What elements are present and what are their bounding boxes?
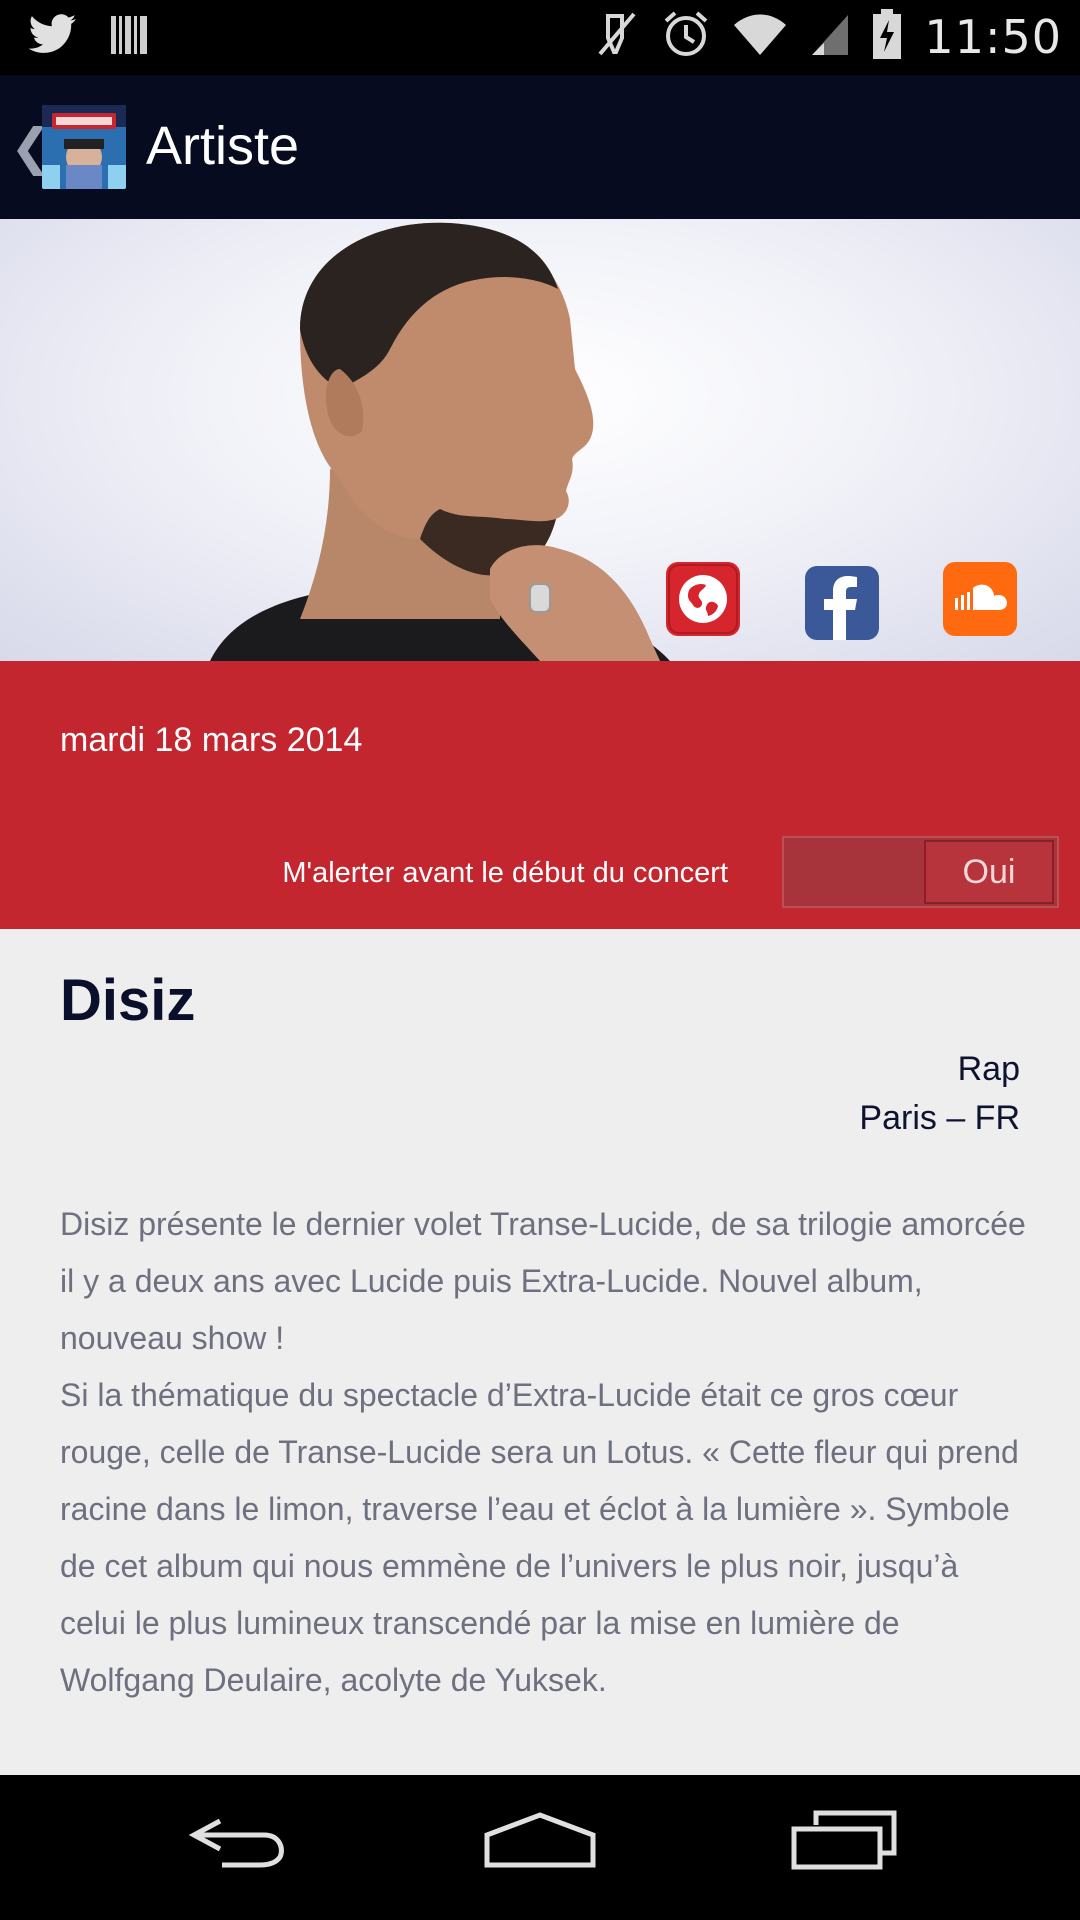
page-title: Artiste [146, 116, 300, 176]
barcode-icon [110, 12, 150, 63]
event-info-band: mardi 18 mars 2014 M'alerter avant le dé… [0, 661, 1080, 929]
description-paragraph: Disiz présente le dernier volet Transe-L… [60, 1206, 1026, 1356]
artist-portrait [210, 222, 670, 661]
artist-location: Paris – FR [859, 1099, 1020, 1137]
concert-date: mardi 18 mars 2014 [60, 721, 363, 759]
back-icon[interactable] [186, 1805, 292, 1882]
artist-details: Disiz Rap Paris – FR Disiz présente le d… [0, 929, 1080, 1775]
artist-meta: Rap Paris – FR [859, 1045, 1020, 1143]
soundcloud-icon[interactable] [943, 562, 1017, 636]
description-paragraph: Si la thématique du spectacle d’Extra-Lu… [60, 1377, 1019, 1698]
signal-icon [810, 11, 850, 62]
wifi-icon [732, 11, 788, 62]
alert-label: M'alerter avant le début du concert [282, 857, 728, 889]
recents-icon[interactable] [790, 1805, 898, 1882]
artist-screen: 11:50 ❮ Artiste mardi 18 mars 2014 M'ale… [0, 0, 1080, 1920]
navigation-bar [0, 1775, 1080, 1920]
artist-genre: Rap [957, 1050, 1020, 1088]
status-time: 11:50 [924, 9, 1062, 64]
action-bar: ❮ Artiste [0, 75, 1080, 219]
status-bar: 11:50 [0, 0, 1080, 75]
facebook-icon[interactable] [805, 566, 879, 640]
twitter-icon [28, 13, 78, 62]
artist-name: Disiz [60, 968, 196, 1033]
alarm-icon [662, 9, 710, 64]
app-logo-icon[interactable] [42, 105, 126, 189]
home-icon[interactable] [483, 1805, 597, 1882]
battery-charging-icon [872, 8, 902, 65]
alert-toggle[interactable]: Oui [782, 836, 1059, 908]
website-icon[interactable] [666, 562, 740, 636]
artist-hero-image [0, 219, 1080, 661]
artist-description: Disiz présente le dernier volet Transe-L… [60, 1196, 1030, 1709]
alert-toggle-knob[interactable]: Oui [924, 840, 1054, 904]
mute-icon [594, 8, 640, 65]
